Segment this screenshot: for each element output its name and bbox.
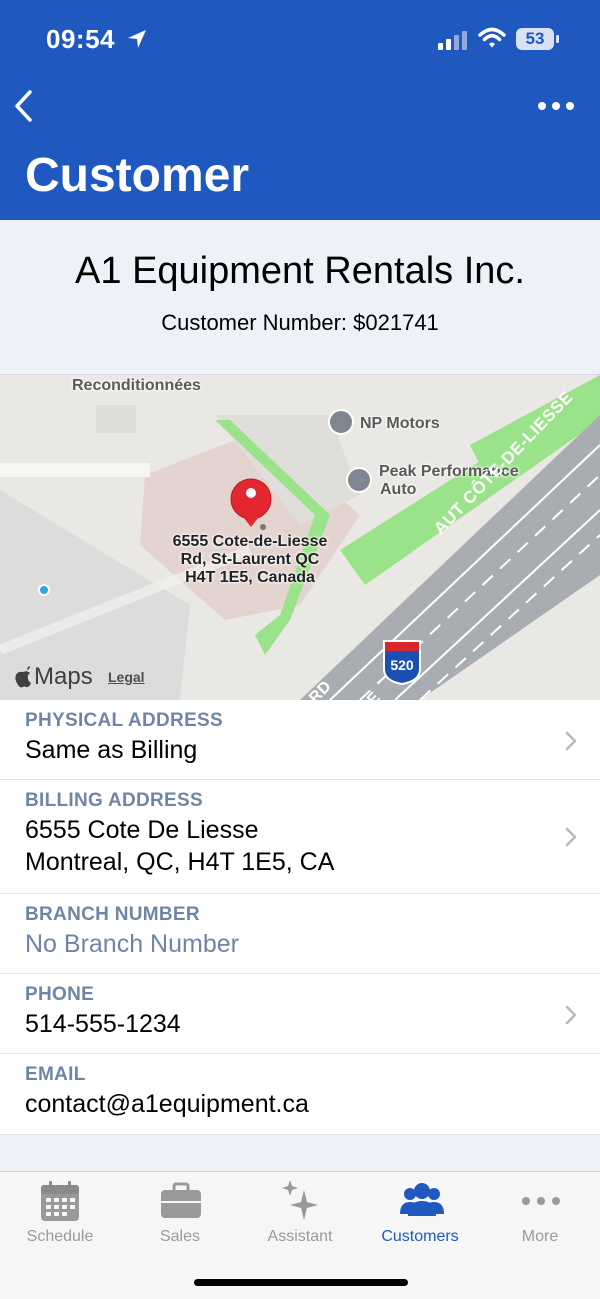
email-value: contact@a1equipment.ca bbox=[25, 1090, 309, 1118]
calendar-icon bbox=[41, 1181, 79, 1221]
tab-label: Schedule bbox=[26, 1228, 94, 1245]
pin-address-line: Rd, St-Laurent QC bbox=[180, 551, 320, 568]
chevron-right-icon bbox=[565, 731, 577, 751]
customer-name: A1 Equipment Rentals Inc. bbox=[75, 250, 525, 292]
phone-value: 514-555-1234 bbox=[25, 1010, 181, 1038]
phone-row[interactable]: PHONE 514-555-1234 bbox=[0, 974, 600, 1054]
wifi-icon bbox=[478, 27, 506, 48]
pin-address-line: H4T 1E5, Canada bbox=[185, 569, 315, 586]
tab-label: Assistant bbox=[267, 1228, 333, 1245]
physical-address-row[interactable]: PHYSICAL ADDRESS Same as Billing bbox=[0, 700, 600, 780]
tab-label: Sales bbox=[159, 1228, 201, 1245]
tab-sales[interactable]: Sales bbox=[120, 1172, 240, 1252]
back-chevron-icon[interactable] bbox=[10, 86, 40, 126]
branch-number-label: BRANCH NUMBER bbox=[25, 904, 200, 925]
status-time: 09:54 bbox=[46, 24, 115, 54]
physical-address-value: Same as Billing bbox=[25, 736, 198, 764]
billing-address-label: BILLING ADDRESS bbox=[25, 790, 203, 811]
phone-label: PHONE bbox=[25, 984, 95, 1005]
apple-logo-icon bbox=[15, 666, 31, 688]
sparkles-icon bbox=[282, 1180, 318, 1220]
page-title: Customer bbox=[25, 149, 250, 202]
chevron-right-icon bbox=[565, 827, 577, 847]
battery-level: 53 bbox=[525, 29, 545, 48]
branch-number-row: BRANCH NUMBER No Branch Number bbox=[0, 894, 600, 974]
billing-address-row[interactable]: BILLING ADDRESS 6555 Cote De Liesse Mont… bbox=[0, 780, 600, 894]
briefcase-icon bbox=[161, 1182, 201, 1218]
pin-address-line: 6555 Cote-de-Liesse bbox=[172, 533, 328, 550]
more-options-icon[interactable] bbox=[536, 96, 576, 116]
physical-address-label: PHYSICAL ADDRESS bbox=[25, 710, 224, 731]
billing-address-line2: Montreal, QC, H4T 1E5, CA bbox=[25, 848, 335, 876]
map-label-peak-performance-auto: Auto bbox=[380, 481, 417, 498]
nav-header: 09:54 53 Customer bbox=[0, 0, 600, 220]
pin-address-label: 6555 Cote-de-Liesse Rd, St-Laurent QC H4… bbox=[140, 533, 360, 587]
customer-details-list: PHYSICAL ADDRESS Same as Billing BILLING… bbox=[0, 700, 600, 1135]
chevron-right-icon bbox=[565, 1005, 577, 1025]
tab-more[interactable]: More bbox=[480, 1172, 600, 1252]
location-arrow-icon bbox=[128, 30, 146, 48]
highway-shield-icon: 520 bbox=[383, 640, 421, 685]
customer-number: Customer Number: $021741 bbox=[161, 310, 439, 335]
battery-indicator: 53 bbox=[516, 28, 560, 50]
customer-summary: A1 Equipment Rentals Inc. Customer Numbe… bbox=[0, 220, 600, 375]
home-indicator[interactable] bbox=[194, 1279, 408, 1286]
tab-customers[interactable]: Customers bbox=[360, 1172, 480, 1252]
ellipsis-icon bbox=[522, 1197, 560, 1205]
apple-maps-logo: Maps bbox=[14, 663, 93, 691]
maps-brand-text: Maps bbox=[34, 663, 93, 690]
highway-number: 520 bbox=[390, 657, 414, 673]
list-footer-spacer bbox=[0, 1135, 600, 1171]
car-poi-icon[interactable] bbox=[328, 409, 354, 435]
map-legal-link[interactable]: Legal bbox=[108, 669, 145, 685]
cellular-signal-icon bbox=[438, 31, 467, 50]
people-icon bbox=[400, 1183, 444, 1216]
car-poi-icon[interactable] bbox=[346, 467, 372, 493]
tab-label: More bbox=[521, 1228, 559, 1245]
tab-schedule[interactable]: Schedule bbox=[0, 1172, 120, 1252]
location-map[interactable]: Reconditionnées NP Motors Peak Performan… bbox=[0, 375, 600, 700]
email-row[interactable]: EMAIL contact@a1equipment.ca bbox=[0, 1054, 600, 1135]
branch-number-value: No Branch Number bbox=[25, 930, 239, 958]
map-label-np-motors: NP Motors bbox=[360, 415, 440, 432]
tab-label: Customers bbox=[381, 1228, 459, 1245]
email-label: EMAIL bbox=[25, 1064, 86, 1085]
map-label-reconditionnees: Reconditionnées bbox=[72, 377, 201, 394]
tab-assistant[interactable]: Assistant bbox=[240, 1172, 360, 1252]
billing-address-line1: 6555 Cote De Liesse bbox=[25, 816, 259, 844]
